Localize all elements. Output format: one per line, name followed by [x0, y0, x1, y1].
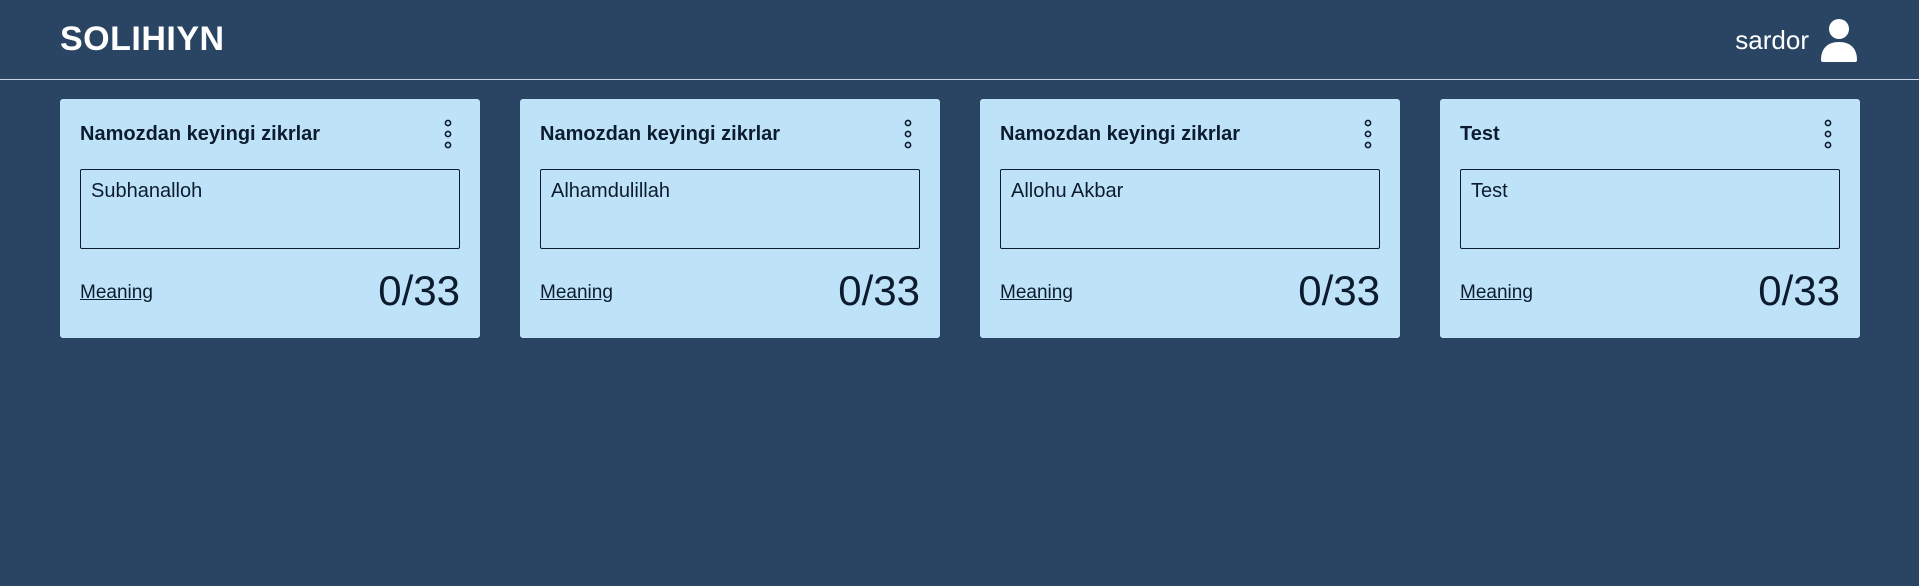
app-header: SOLIHIYN sardor [0, 0, 1919, 80]
more-vertical-icon[interactable] [1360, 119, 1376, 149]
zikr-card: Namozdan keyingi zikrlar Alhamdulillah M… [520, 99, 940, 338]
zikr-card-list: Namozdan keyingi zikrlar Subhanalloh Mea… [60, 99, 1860, 338]
zikr-text-box[interactable]: Allohu Akbar [1000, 169, 1380, 249]
zikr-counter[interactable]: 0/33 [838, 267, 920, 315]
card-title: Namozdan keyingi zikrlar [1000, 123, 1241, 145]
more-vertical-icon[interactable] [900, 119, 916, 149]
meaning-link[interactable]: Meaning [80, 282, 153, 304]
card-title: Namozdan keyingi zikrlar [80, 123, 321, 145]
more-vertical-icon[interactable] [440, 119, 456, 149]
user-icon[interactable] [1819, 18, 1859, 62]
zikr-card: Test Test Meaning 0/33 [1440, 99, 1860, 338]
card-title: Namozdan keyingi zikrlar [540, 123, 781, 145]
meaning-link[interactable]: Meaning [1000, 282, 1073, 304]
card-title: Test [1460, 123, 1500, 145]
zikr-text-box[interactable]: Subhanalloh [80, 169, 460, 249]
user-menu[interactable]: sardor [1735, 18, 1859, 62]
zikr-counter[interactable]: 0/33 [1758, 267, 1840, 315]
zikr-text-box[interactable]: Alhamdulillah [540, 169, 920, 249]
zikr-counter[interactable]: 0/33 [1298, 267, 1380, 315]
brand-logo[interactable]: SOLIHIYN [60, 20, 225, 59]
more-vertical-icon[interactable] [1820, 119, 1836, 149]
zikr-counter[interactable]: 0/33 [378, 267, 460, 315]
username[interactable]: sardor [1735, 25, 1809, 56]
meaning-link[interactable]: Meaning [540, 282, 613, 304]
zikr-text-box[interactable]: Test [1460, 169, 1840, 249]
zikr-card: Namozdan keyingi zikrlar Allohu Akbar Me… [980, 99, 1400, 338]
meaning-link[interactable]: Meaning [1460, 282, 1533, 304]
zikr-card: Namozdan keyingi zikrlar Subhanalloh Mea… [60, 99, 480, 338]
